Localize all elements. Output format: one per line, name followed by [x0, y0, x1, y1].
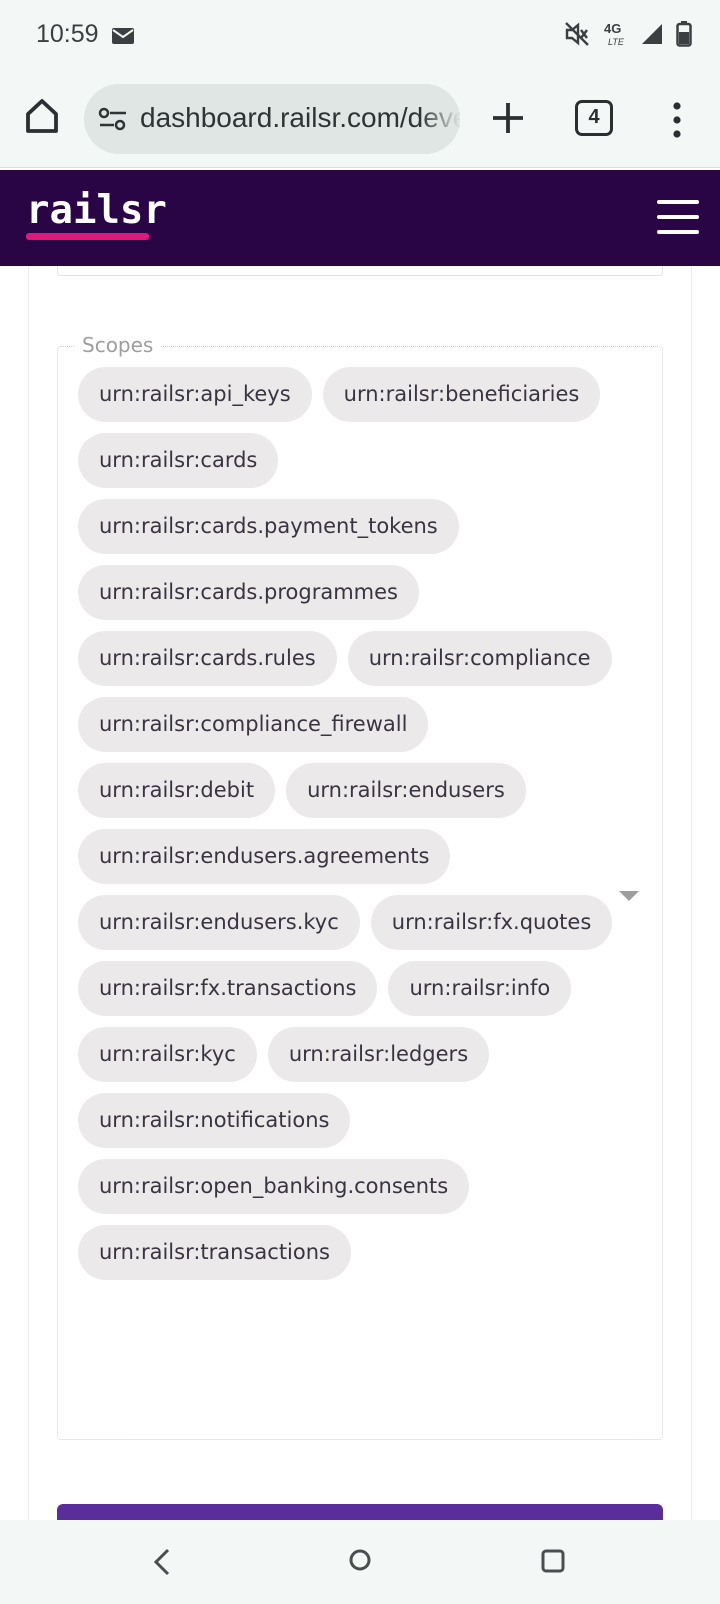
scope-chip[interactable]: urn:railsr:api_keys: [78, 367, 312, 422]
scope-chip[interactable]: urn:railsr:info: [388, 961, 572, 1016]
status-bar: 10:59 4G LTE: [0, 0, 720, 72]
scope-chip[interactable]: urn:railsr:compliance_firewall: [78, 697, 429, 752]
scope-chip[interactable]: urn:railsr:cards: [78, 433, 279, 488]
scope-chip[interactable]: urn:railsr:kyc: [78, 1027, 257, 1082]
back-icon[interactable]: [150, 1546, 174, 1582]
logo-text: railsr: [26, 188, 167, 233]
submit-button[interactable]: [57, 1504, 663, 1520]
main-content: Scopes urn:railsr:api_keys urn:railsr:ben…: [0, 266, 720, 1520]
mute-icon: [564, 21, 590, 51]
browser-toolbar: dashboard.railsr.com/developer 4: [0, 72, 720, 168]
address-bar[interactable]: dashboard.railsr.com/developer: [84, 84, 460, 154]
more-vert-icon[interactable]: [664, 98, 690, 142]
scope-chip[interactable]: urn:railsr:endusers.agreements: [78, 829, 451, 884]
scope-chip[interactable]: urn:railsr:notifications: [78, 1093, 351, 1148]
hamburger-menu-icon[interactable]: [657, 200, 699, 234]
scope-chip[interactable]: urn:railsr:endusers: [286, 763, 526, 818]
url-text: dashboard.railsr.com/developer: [140, 102, 460, 133]
mail-icon: [112, 28, 134, 48]
svg-text:4G: 4G: [604, 21, 621, 36]
home-icon[interactable]: [22, 96, 62, 140]
url-fade: [420, 84, 460, 154]
status-icons: 4G LTE: [564, 20, 692, 52]
logo-underline: [26, 233, 149, 240]
site-settings-icon[interactable]: [98, 106, 128, 136]
scope-chip-list: urn:railsr:api_keys urn:railsr:beneficiar…: [78, 367, 628, 1280]
system-nav-bar: [0, 1520, 720, 1604]
network-4g-icon: 4G LTE: [602, 20, 628, 52]
plus-icon[interactable]: [488, 98, 528, 138]
scope-chip[interactable]: urn:railsr:compliance: [347, 631, 612, 686]
chevron-down-icon[interactable]: [619, 891, 639, 901]
battery-icon: [676, 21, 692, 51]
status-time: 10:59: [36, 20, 99, 48]
scope-chip[interactable]: urn:railsr:open_banking.consents: [78, 1159, 470, 1214]
scope-chip[interactable]: urn:railsr:cards.payment_tokens: [78, 499, 459, 554]
railsr-logo[interactable]: railsr: [26, 190, 167, 240]
scope-chip[interactable]: urn:railsr:cards.rules: [78, 631, 337, 686]
scopes-label: Scopes: [74, 333, 162, 357]
scope-chip[interactable]: urn:railsr:ledgers: [267, 1027, 490, 1082]
scope-chip[interactable]: urn:railsr:endusers.kyc: [78, 895, 360, 950]
home-circle-icon[interactable]: [348, 1548, 372, 1576]
scope-chip[interactable]: urn:railsr:fx.quotes: [370, 895, 613, 950]
scope-chip[interactable]: urn:railsr:cards.programmes: [78, 565, 419, 620]
tab-switcher-button[interactable]: 4: [575, 100, 613, 136]
scope-chip[interactable]: urn:railsr:debit: [78, 763, 276, 818]
scope-chip[interactable]: urn:railsr:transactions: [78, 1225, 351, 1280]
previous-field: [57, 266, 663, 276]
recents-icon[interactable]: [540, 1548, 566, 1578]
scope-chip[interactable]: urn:railsr:fx.transactions: [78, 961, 378, 1016]
svg-text:LTE: LTE: [608, 37, 625, 47]
scope-chip[interactable]: urn:railsr:beneficiaries: [322, 367, 601, 422]
signal-icon: [640, 22, 664, 50]
site-header: railsr: [0, 170, 720, 266]
scopes-select[interactable]: Scopes urn:railsr:api_keys urn:railsr:ben…: [57, 333, 663, 1440]
